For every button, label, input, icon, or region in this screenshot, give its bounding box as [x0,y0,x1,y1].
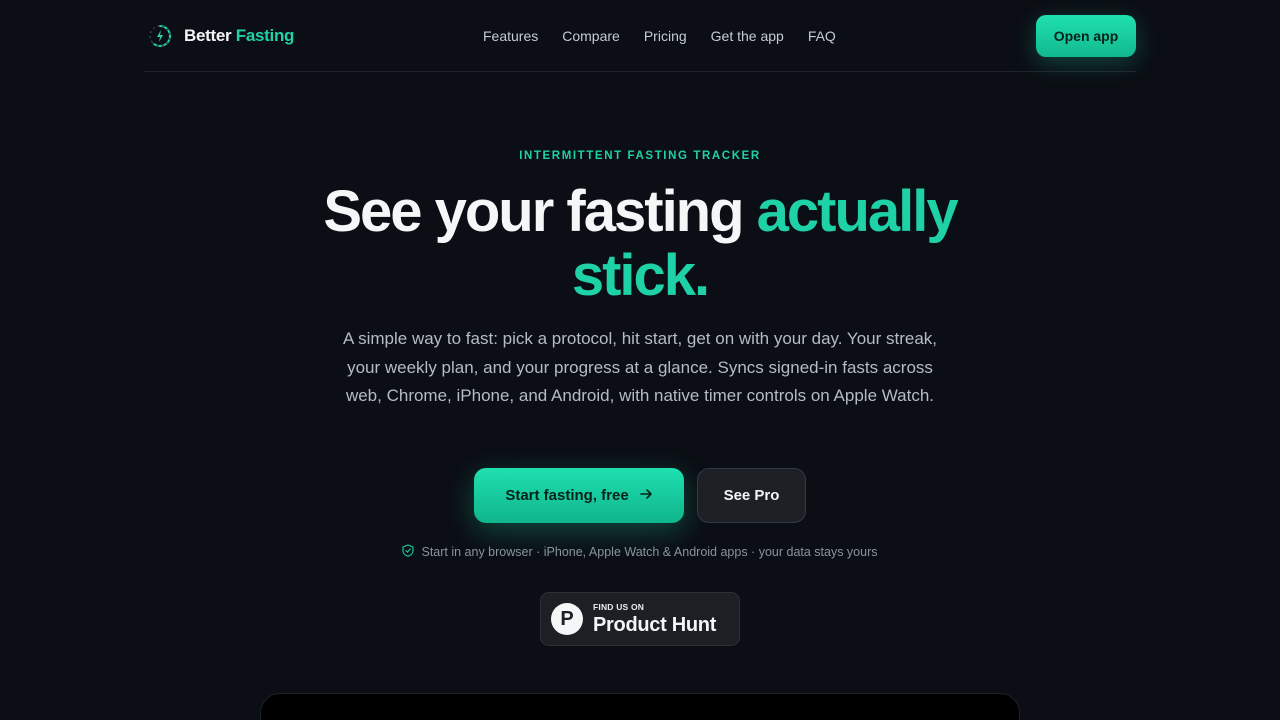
brand-logo[interactable]: Better Fasting [148,24,294,48]
open-app-button[interactable]: Open app [1036,14,1136,57]
see-pro-button[interactable]: See Pro [697,468,806,523]
headline-white: See your fasting [323,179,744,244]
nav-features[interactable]: Features [483,28,538,44]
hero-headline: See your fasting actually stick. [0,180,1280,308]
start-fasting-label: Start fasting, free [505,487,629,504]
trust-text: Start in any browser · iPhone, Apple Wat… [421,545,878,559]
start-fasting-button[interactable]: Start fasting, free [474,468,684,523]
headline-green-1: actually [756,179,959,244]
cta-row: Start fasting, free See Pro [0,468,1280,523]
site-header: Better Fasting Features Compare Pricing … [144,0,1136,72]
nav-faq[interactable]: FAQ [808,28,836,44]
product-hunt-small-text: FIND US ON [593,602,645,613]
product-hunt-text: FIND US ON Product Hunt [593,603,716,635]
nav-get-the-app[interactable]: Get the app [711,28,784,44]
brand-name-part1: Better [184,25,232,45]
brand-name-part2: Fasting [235,25,295,45]
nav-pricing[interactable]: Pricing [644,28,687,44]
product-hunt-badge[interactable]: P FIND US ON Product Hunt [540,592,740,646]
main-nav: Features Compare Pricing Get the app FAQ [483,0,836,72]
brand-name: Better Fasting [184,26,294,46]
nav-compare[interactable]: Compare [562,28,620,44]
product-hunt-logo-icon: P [551,603,583,635]
arrow-right-icon [639,487,653,505]
shield-check-icon [402,544,415,560]
trust-line: Start in any browser · iPhone, Apple Wat… [0,544,1280,560]
app-preview-frame [260,693,1020,720]
hero-subtitle: A simple way to fast: pick a protocol, h… [342,329,938,405]
hero-eyebrow: INTERMITTENT FASTING TRACKER [519,150,761,162]
timer-bolt-icon [148,24,172,48]
headline-green-2: stick. [571,243,710,308]
product-hunt-big-text: Product Hunt [593,613,717,636]
